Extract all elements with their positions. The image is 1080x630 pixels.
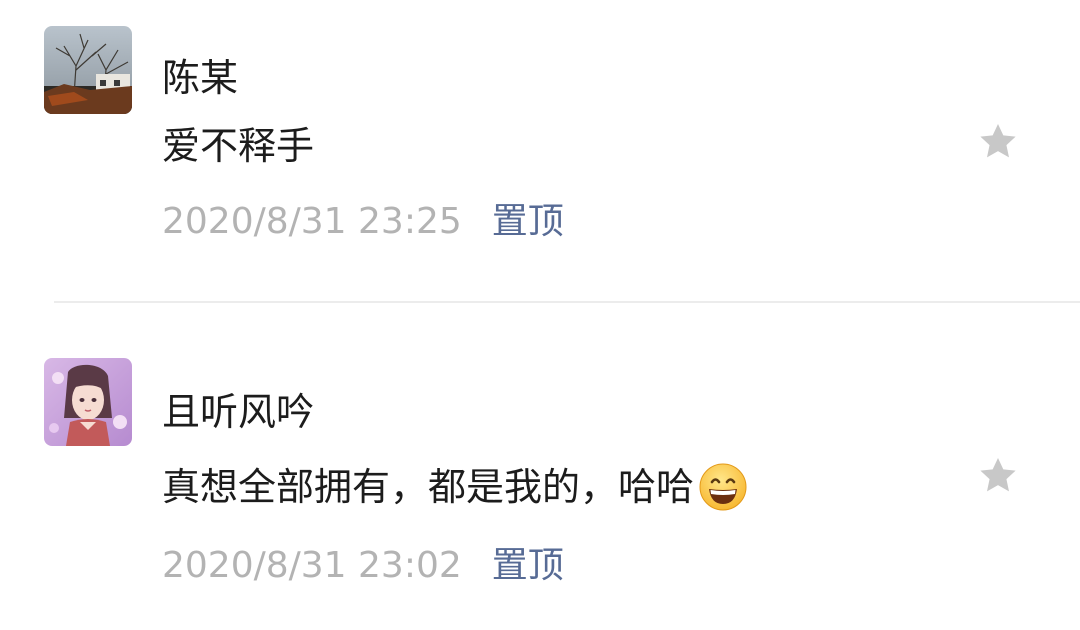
- star-icon[interactable]: [976, 120, 1020, 164]
- comment-author[interactable]: 陈某: [162, 56, 238, 100]
- comment-item: 陈某 爱不释手 2020/8/31 23:25 置顶: [0, 0, 1080, 300]
- pin-button[interactable]: 置顶: [492, 201, 564, 242]
- avatar[interactable]: [44, 358, 132, 446]
- comment-item: 且听风吟 真想全部拥有，都是我的，哈哈 2020/8/31 23:02 置顶: [0, 304, 1080, 630]
- comment-timestamp: 2020/8/31 23:02: [162, 545, 462, 586]
- star-icon[interactable]: [976, 454, 1020, 498]
- comment-text: 爱不释手: [162, 122, 314, 170]
- comment-timestamp: 2020/8/31 23:25: [162, 201, 462, 242]
- comment-text: 真想全部拥有，都是我的，哈哈: [162, 462, 748, 512]
- comments-page: 陈某 爱不释手 2020/8/31 23:25 置顶 且听风吟 真想全部拥有，都…: [0, 0, 1080, 630]
- comment-text-content: 真想全部拥有，都是我的，哈哈: [162, 465, 695, 509]
- comment-meta: 2020/8/31 23:25 置顶: [162, 200, 564, 244]
- avatar[interactable]: [44, 26, 132, 114]
- grinning-face-emoji: [699, 463, 747, 511]
- pin-button[interactable]: 置顶: [492, 545, 564, 586]
- comment-meta: 2020/8/31 23:02 置顶: [162, 544, 564, 588]
- comment-author[interactable]: 且听风吟: [162, 390, 314, 434]
- comment-text-content: 爱不释手: [162, 124, 315, 168]
- comment-divider: [54, 301, 1080, 303]
